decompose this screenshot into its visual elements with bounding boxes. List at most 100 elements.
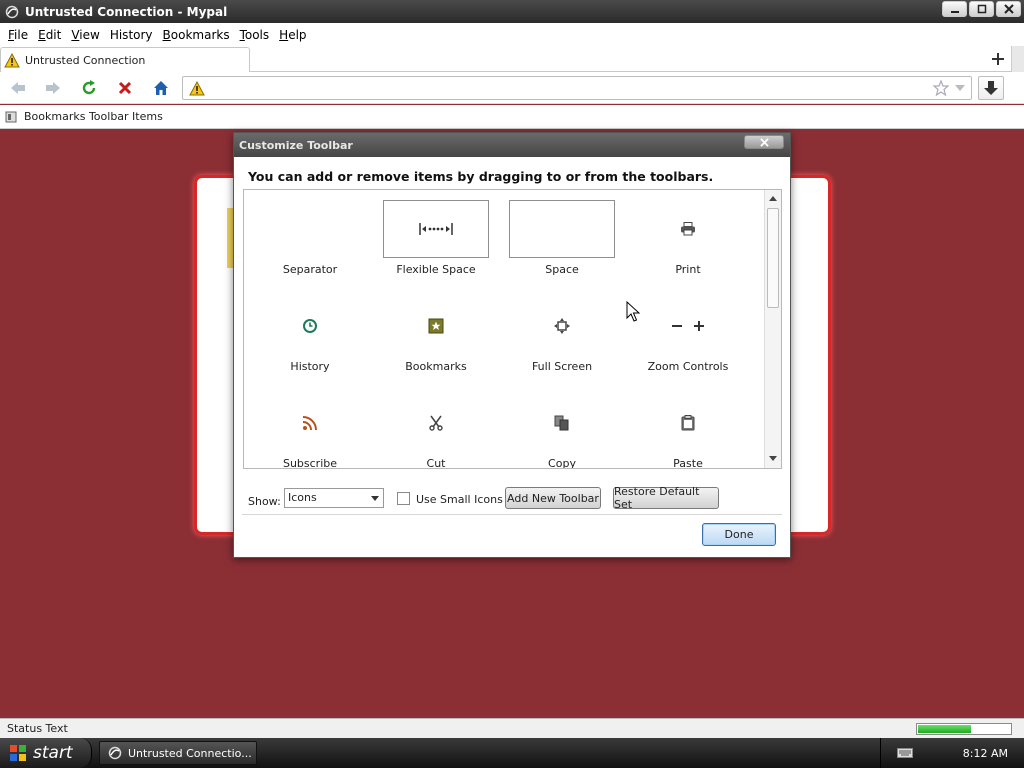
progress-bar bbox=[916, 723, 1012, 735]
menu-history-label: History bbox=[109, 27, 153, 42]
start-label: start bbox=[33, 743, 73, 763]
home-icon bbox=[154, 81, 168, 95]
minimize-button[interactable] bbox=[942, 1, 967, 17]
palette-item-label: Print bbox=[675, 263, 701, 276]
done-button[interactable]: Done bbox=[702, 523, 776, 546]
taskbar-item-browser[interactable]: Untrusted Connectio... bbox=[99, 741, 257, 765]
palette-item-label: Separator bbox=[282, 263, 338, 276]
tab-untrusted-connection[interactable]: Untrusted Connection bbox=[0, 47, 250, 73]
palette-item-paste[interactable]: Paste bbox=[622, 384, 748, 468]
palette-item-subscribe[interactable]: Subscribe bbox=[244, 384, 370, 468]
add-new-toolbar-button[interactable]: Add New Toolbar bbox=[505, 487, 601, 509]
history-icon bbox=[257, 297, 363, 355]
tab-label: Untrusted Connection bbox=[25, 54, 146, 67]
dialog-title-bar: Customize Toolbar bbox=[234, 133, 790, 157]
back-arrow-icon bbox=[11, 82, 25, 94]
title-bar: Untrusted Connection - Mypal bbox=[0, 0, 1024, 23]
palette-item-zoom-controls[interactable]: Zoom Controls bbox=[622, 287, 748, 377]
palette-item-label: Subscribe bbox=[282, 457, 338, 469]
tab-scroll[interactable] bbox=[1011, 46, 1024, 72]
palette-item-label: History bbox=[290, 360, 330, 373]
palette-item-label: Zoom Controls bbox=[647, 360, 729, 373]
palette-item-copy[interactable]: Copy bbox=[496, 384, 622, 468]
show-select-value: Icons bbox=[288, 491, 317, 504]
downloads-button[interactable] bbox=[978, 76, 1004, 100]
menu-file-rest: ile bbox=[14, 27, 29, 42]
palette-scrollbar[interactable] bbox=[764, 190, 781, 468]
use-small-icons-label[interactable]: Use Small Icons bbox=[416, 493, 503, 506]
menu-edit-key: E bbox=[38, 27, 46, 42]
print-icon bbox=[635, 200, 741, 258]
reload-icon bbox=[82, 80, 96, 95]
restore-default-set-button[interactable]: Restore Default Set bbox=[613, 485, 719, 511]
palette-item-label: Space bbox=[545, 263, 579, 276]
clock: 8:12 AM bbox=[962, 746, 1008, 760]
palette-item-cut[interactable]: Cut bbox=[370, 384, 496, 468]
home-button[interactable] bbox=[148, 76, 174, 100]
url-dropdown-icon[interactable] bbox=[955, 85, 965, 91]
menu-help-key: H bbox=[279, 27, 289, 42]
menu-view[interactable]: View bbox=[66, 28, 104, 42]
menu-help-rest: elp bbox=[288, 27, 307, 42]
minimize-icon bbox=[950, 11, 959, 13]
close-window-button[interactable] bbox=[996, 1, 1021, 17]
menu-view-rest: iew bbox=[79, 27, 100, 42]
dialog-body: You can add or remove items by dragging … bbox=[234, 157, 790, 557]
stop-icon bbox=[118, 81, 132, 95]
paste-icon bbox=[635, 394, 741, 452]
use-small-icons-checkbox[interactable] bbox=[397, 492, 410, 505]
cut-icon bbox=[383, 394, 489, 452]
dialog-close-button[interactable] bbox=[744, 135, 784, 149]
maximize-button[interactable] bbox=[969, 1, 994, 17]
start-button[interactable]: start bbox=[0, 738, 92, 768]
palette-item-label: Flexible Space bbox=[396, 263, 476, 276]
customize-toolbar-dialog: Customize Toolbar You can add or remove … bbox=[233, 132, 791, 558]
palette-item-flexible-space[interactable]: Flexible Space bbox=[370, 190, 496, 280]
palette-item-separator[interactable]: Separator bbox=[244, 190, 370, 280]
show-select[interactable]: Icons bbox=[284, 488, 384, 508]
status-text: Status Text bbox=[7, 722, 68, 735]
menu-bookmarks-rest: ookmarks bbox=[170, 27, 230, 42]
back-button[interactable] bbox=[5, 76, 31, 100]
mouse-cursor-icon bbox=[626, 301, 640, 322]
navigation-bar bbox=[0, 72, 1024, 104]
forward-button[interactable] bbox=[40, 76, 66, 100]
menu-bookmarks-key: B bbox=[162, 27, 171, 42]
menu-bar: File Edit View History Bookmarks Tools H… bbox=[0, 23, 1024, 46]
bookmarks-toolbar-icon bbox=[5, 111, 17, 122]
download-arrow-icon bbox=[984, 80, 998, 95]
palette-item-full-screen[interactable]: Full Screen bbox=[496, 287, 622, 377]
taskbar: start Untrusted Connectio... 8:12 AM bbox=[0, 738, 1024, 768]
menu-bookmarks[interactable]: Bookmarks bbox=[158, 28, 235, 42]
space-icon bbox=[509, 200, 615, 258]
palette-item-space[interactable]: Space bbox=[496, 190, 622, 280]
toolbar-item-palette: Separator Flexible Space Space Print His… bbox=[243, 189, 782, 469]
scroll-up-arrow[interactable] bbox=[769, 196, 777, 201]
bookmarks-icon bbox=[383, 297, 489, 355]
palette-item-label: Paste bbox=[673, 457, 703, 469]
fullscreen-icon bbox=[509, 297, 615, 355]
url-bar[interactable] bbox=[182, 76, 972, 100]
separator-icon bbox=[257, 200, 363, 258]
menu-help[interactable]: Help bbox=[274, 28, 311, 42]
palette-item-bookmarks[interactable]: Bookmarks bbox=[370, 287, 496, 377]
dialog-title: Customize Toolbar bbox=[239, 138, 353, 152]
show-label: Show: bbox=[248, 495, 281, 508]
taskbar-item-label: Untrusted Connectio... bbox=[128, 746, 252, 760]
tab-bar: Untrusted Connection bbox=[0, 46, 1024, 73]
scrollbar-thumb[interactable] bbox=[767, 208, 779, 308]
stop-button[interactable] bbox=[112, 76, 138, 100]
palette-item-print[interactable]: Print bbox=[622, 190, 748, 280]
site-warning-icon bbox=[189, 81, 205, 96]
menu-tools[interactable]: Tools bbox=[235, 28, 275, 42]
menu-history[interactable]: History bbox=[105, 28, 158, 42]
scroll-down-arrow[interactable] bbox=[769, 456, 777, 461]
bookmark-star-icon[interactable] bbox=[933, 80, 949, 96]
palette-item-history[interactable]: History bbox=[244, 287, 370, 377]
keyboard-icon[interactable] bbox=[897, 748, 913, 758]
reload-button[interactable] bbox=[76, 76, 102, 100]
bookmarks-toolbar-items[interactable]: Bookmarks Toolbar Items bbox=[24, 110, 163, 123]
menu-file[interactable]: File bbox=[3, 28, 33, 42]
new-tab-icon[interactable] bbox=[990, 51, 1006, 67]
menu-edit[interactable]: Edit bbox=[33, 28, 66, 42]
